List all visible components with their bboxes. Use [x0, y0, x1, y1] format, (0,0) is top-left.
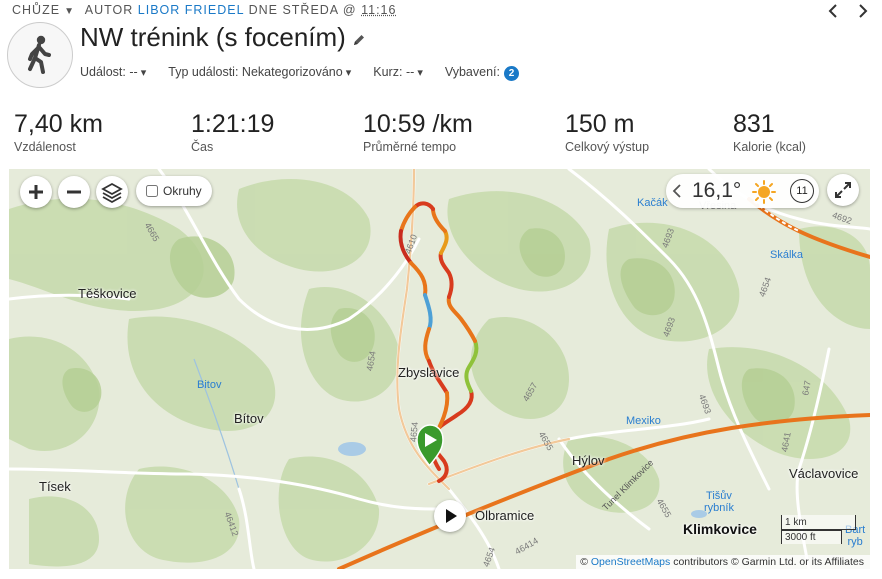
activity-type-label[interactable]: CHŮZE: [12, 3, 60, 17]
author-link[interactable]: LIBOR FRIEDEL: [138, 3, 244, 17]
attribution-copyright: ©: [580, 556, 588, 568]
attribution-text: contributors © Garmin Ltd. or its Affili…: [673, 556, 864, 568]
activity-map[interactable]: Těškovice Bítov Tísek Zbyslavice Hýlov O…: [9, 169, 870, 569]
wind-speed-value: 11: [796, 185, 808, 197]
map-attribution: © OpenStreetMaps contributors © Garmin L…: [576, 555, 870, 569]
event-type-value: Nekategorizováno: [242, 65, 351, 79]
stat-value: 7,40 km: [14, 110, 103, 138]
play-icon: [446, 509, 457, 523]
stat-label: Čas: [191, 140, 214, 154]
weather-widget: 16,1° 11: [666, 174, 819, 208]
stat-value: 1:21:19: [191, 110, 275, 138]
course-dropdown[interactable]: Kurz: --: [373, 65, 423, 81]
day-text: DNE STŘEDA @: [248, 3, 357, 17]
map-layers-button[interactable]: [96, 176, 128, 208]
event-label: Událost:: [80, 65, 126, 79]
stat-time: 1:21:19 Čas: [191, 110, 274, 154]
map-label-town: Mexiko: [626, 415, 661, 427]
stat-distance: 7,40 km Vzdálenost: [14, 110, 103, 154]
osm-link[interactable]: OpenStreetMaps: [591, 556, 670, 568]
chevron-left-icon[interactable]: [670, 182, 684, 200]
stat-label: Kalorie (kcal): [733, 140, 806, 154]
map-label-town: Těškovice: [78, 286, 137, 301]
stat-pace: 10:59 /km Průměrné tempo: [363, 110, 473, 154]
stat-label: Vzdálenost: [14, 140, 76, 154]
event-type-dropdown[interactable]: Typ události: Nekategorizováno: [168, 65, 351, 81]
map-label-town: Hýlov: [572, 453, 605, 468]
fullscreen-button[interactable]: [827, 174, 859, 206]
map-label-town: Klimkovice: [683, 521, 757, 537]
gear-selector[interactable]: Vybavení: 2: [445, 65, 519, 81]
gear-count-badge[interactable]: 2: [503, 66, 519, 81]
map-label-water: Tišův rybník: [704, 490, 734, 514]
water-label-line: Tišův: [706, 490, 732, 502]
activity-time: 11:16: [361, 3, 397, 17]
map-label-water: Bitov: [197, 379, 222, 391]
map-label-town: Tísek: [39, 479, 71, 494]
water-label-line: rybník: [704, 502, 734, 514]
edit-title-pencil-icon[interactable]: [352, 33, 366, 47]
gear-label: Vybavení:: [444, 65, 500, 79]
stat-value: 831: [733, 110, 775, 138]
map-scale: 1 km 3000 ft: [781, 515, 861, 544]
scale-metric: 1 km: [781, 515, 856, 530]
playback-button[interactable]: [434, 500, 466, 532]
stat-elevation-gain: 150 m Celkový výstup: [565, 110, 649, 154]
expand-icon: [835, 182, 851, 198]
map-label-town: Zbyslavice: [398, 365, 460, 380]
segments-toggle[interactable]: Okruhy: [136, 176, 212, 206]
layers-icon: [101, 182, 123, 204]
event-dropdown[interactable]: Událost: --: [80, 65, 146, 81]
walking-activity-icon: [7, 22, 73, 88]
stat-label: Průměrné tempo: [363, 140, 457, 154]
map-label-town: Olbramice: [475, 508, 535, 523]
activity-meta-line: CHŮZE ▼ AUTOR LIBOR FRIEDEL DNE STŘEDA @ …: [12, 3, 396, 17]
activity-navigation: [826, 2, 870, 20]
course-value: --: [406, 65, 423, 79]
previous-activity-icon[interactable]: [826, 2, 840, 20]
wind-speed-icon: 11: [790, 179, 814, 203]
sun-icon: [752, 180, 776, 204]
event-type-label: Typ události:: [168, 65, 239, 79]
map-label-town: Skálka: [770, 249, 804, 261]
event-value: --: [129, 65, 146, 79]
zoom-out-button[interactable]: [58, 176, 90, 208]
stat-value: 10:59 /km: [363, 110, 473, 138]
activity-title: NW trénink (s focením): [80, 22, 346, 52]
activity-type-caret-icon[interactable]: ▼: [64, 6, 75, 17]
segments-label: Okruhy: [163, 184, 202, 198]
map-label-road: 4654: [408, 421, 420, 443]
course-label: Kurz:: [373, 65, 403, 79]
segments-checkbox[interactable]: [146, 185, 158, 197]
author-prefix: AUTOR: [84, 3, 134, 17]
zoom-in-button[interactable]: [20, 176, 52, 208]
map-label-town: Kačák: [637, 197, 668, 209]
stat-value: 150 m: [565, 110, 635, 138]
next-activity-icon[interactable]: [856, 2, 870, 20]
plus-icon: [29, 185, 43, 199]
stat-calories: 831 Kalorie (kcal): [733, 110, 806, 154]
temperature-value: 16,1°: [692, 179, 742, 202]
map-label-town: Bítov: [234, 411, 264, 426]
map-label-town: Václavovice: [789, 466, 859, 481]
stat-label: Celkový výstup: [565, 140, 650, 154]
scale-imperial: 3000 ft: [781, 530, 842, 544]
minus-icon: [67, 190, 81, 194]
activity-filters: Událost: -- Typ události: Nekategorizová…: [80, 65, 519, 81]
